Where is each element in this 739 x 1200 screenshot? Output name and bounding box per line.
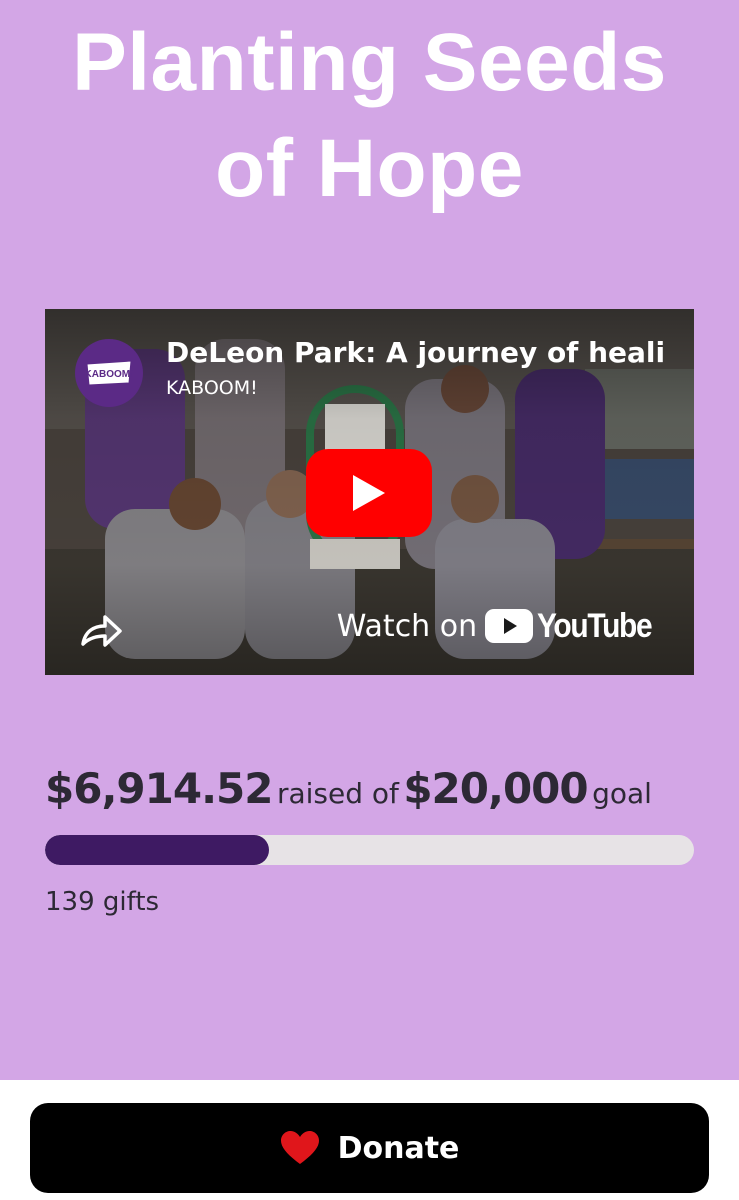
goal-text: goal — [592, 777, 652, 810]
kaboom-logo-icon: KABOOM! — [85, 360, 134, 386]
play-button[interactable] — [306, 449, 432, 537]
channel-avatar[interactable]: KABOOM! — [75, 339, 143, 407]
share-button[interactable] — [75, 604, 127, 656]
raised-of-text: raised of — [276, 777, 399, 810]
donate-label: Donate — [337, 1130, 460, 1166]
watch-on-youtube-button[interactable]: Watch on YouTube — [327, 591, 667, 661]
heart-icon — [280, 1131, 319, 1164]
share-icon — [81, 615, 122, 647]
progress-fill — [45, 835, 270, 865]
page-title: Planting Seeds of Hope — [72, 17, 667, 214]
amount-raised: $6,914.52 — [45, 764, 273, 813]
watch-on-label: Watch on — [336, 608, 478, 644]
youtube-logo: YouTube — [485, 607, 667, 646]
youtube-icon — [485, 609, 534, 643]
svg-text:KABOOM!: KABOOM! — [85, 369, 134, 380]
footer-bar: Donate — [0, 1080, 739, 1200]
progress-bar — [45, 835, 694, 865]
video-embed[interactable]: KABOOM! DeLeon Park: A journey of heali … — [45, 309, 694, 675]
play-icon — [353, 475, 385, 511]
video-title[interactable]: DeLeon Park: A journey of heali — [166, 335, 671, 371]
gift-count: 139 gifts — [45, 887, 160, 917]
channel-name[interactable]: KABOOM! — [166, 375, 258, 401]
fundraiser-summary: $6,914.52 raised of $20,000 goal — [45, 764, 725, 813]
goal-amount: $20,000 — [403, 764, 588, 813]
youtube-wordmark: YouTube — [537, 606, 653, 645]
donate-button[interactable]: Donate — [30, 1103, 709, 1193]
